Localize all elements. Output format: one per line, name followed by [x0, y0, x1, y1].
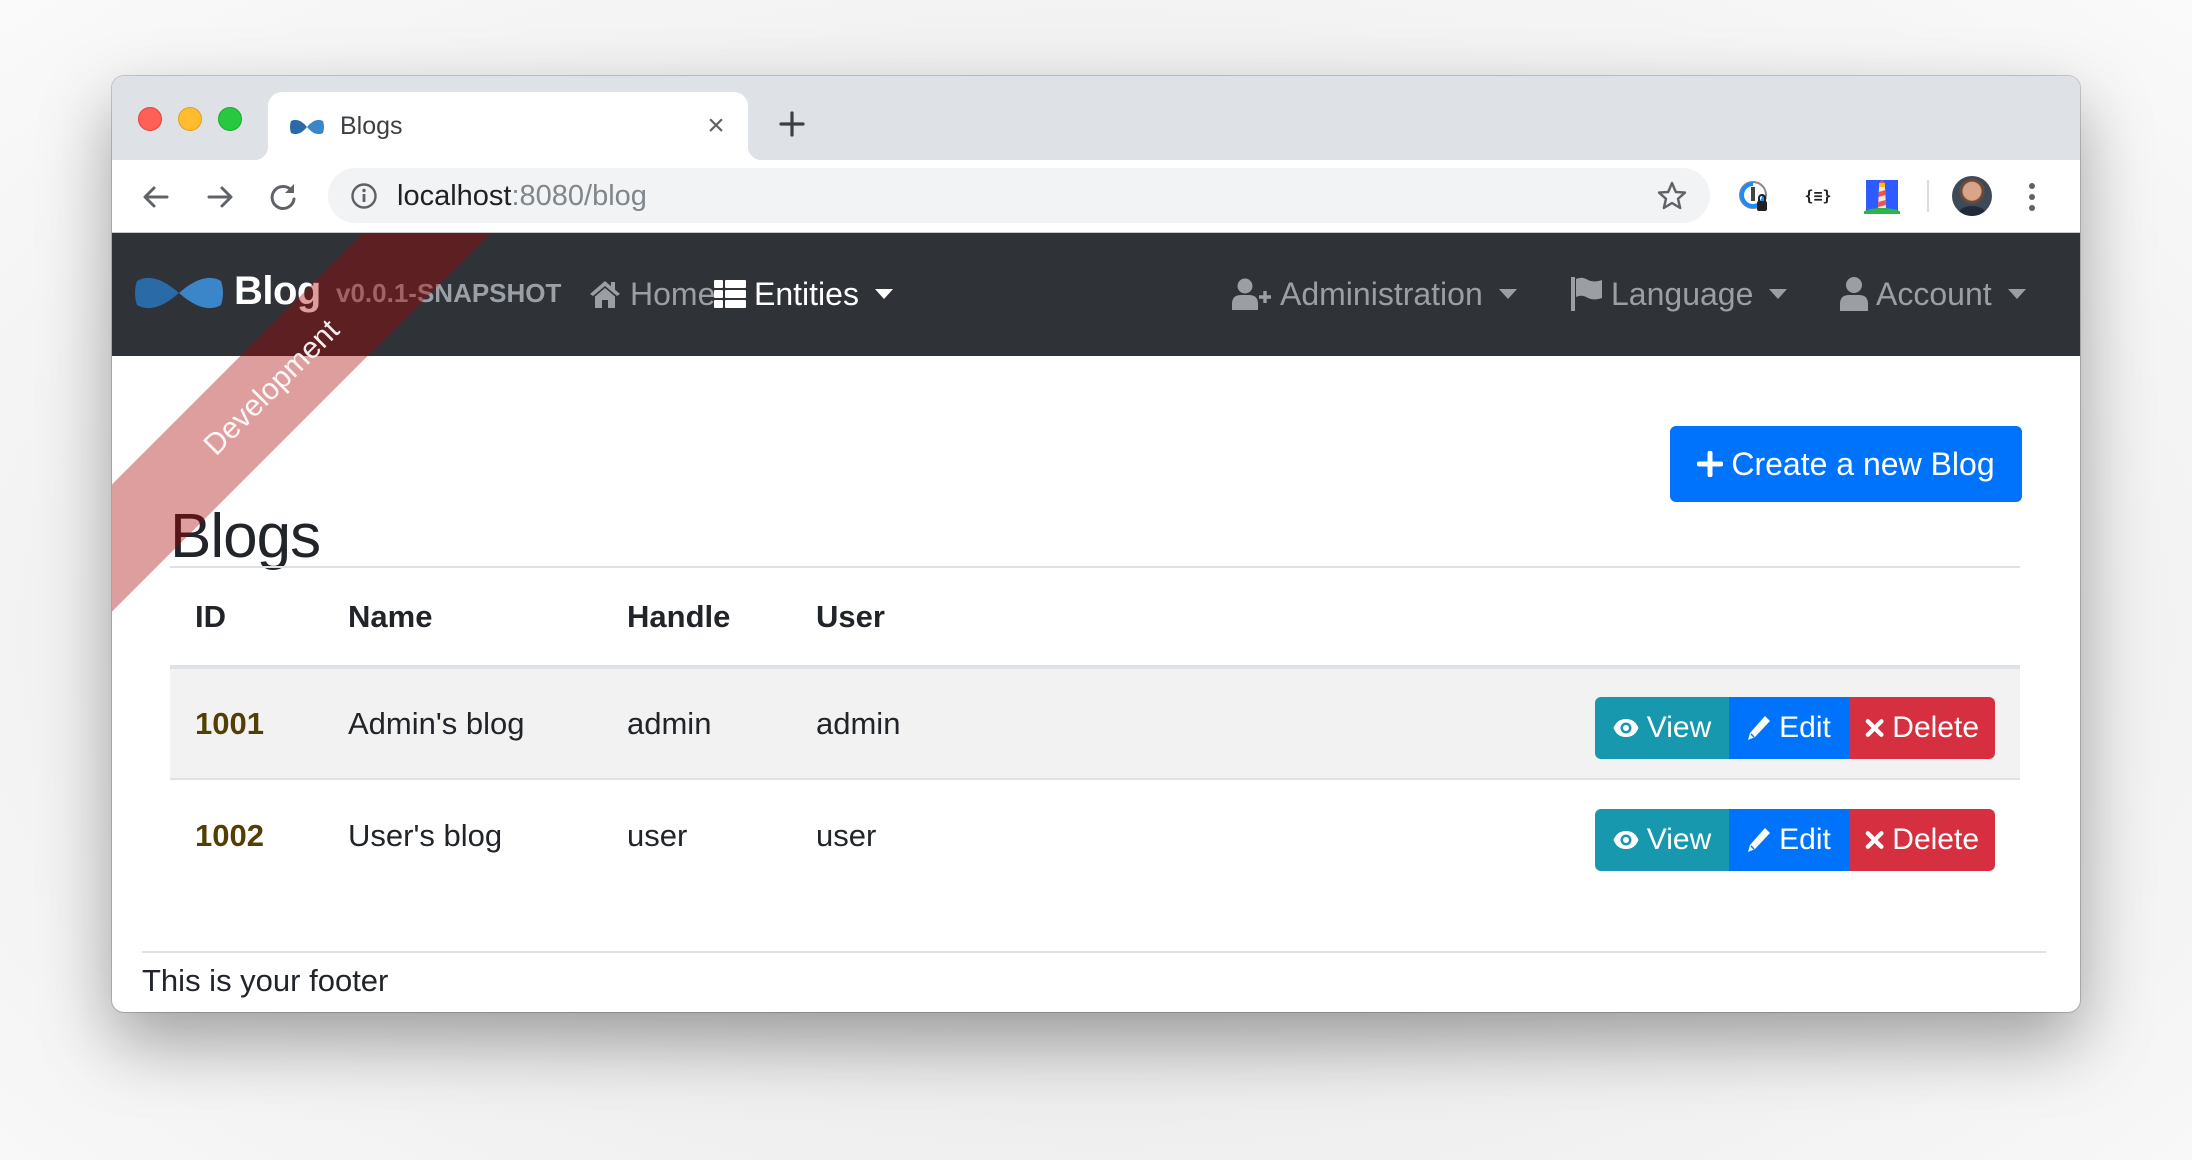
chevron-down-icon	[874, 289, 893, 299]
back-icon[interactable]	[139, 180, 173, 214]
brand-version: v0.0.1-SNAPSHOT	[336, 278, 562, 308]
handle-cell: user	[627, 817, 688, 853]
tab-close-icon[interactable]: ×	[700, 110, 732, 142]
th-list-icon	[714, 280, 746, 308]
nav-item-entities[interactable]: Entities	[714, 271, 893, 317]
close-window-button[interactable]	[138, 107, 162, 131]
table-row: 1002 User's blog user user View Edit Del…	[170, 779, 2020, 891]
pencil-icon	[1748, 715, 1771, 740]
times-icon	[1865, 830, 1884, 849]
tab-title: Blogs	[340, 112, 403, 140]
pencil-icon	[1748, 827, 1771, 852]
home-icon	[590, 281, 620, 308]
profile-avatar[interactable]	[1952, 176, 1992, 216]
maximize-window-button[interactable]	[218, 107, 242, 131]
nav-item-administration[interactable]: Administration	[1232, 271, 1517, 317]
chevron-down-icon	[1498, 289, 1517, 299]
browser-window: Blogs × localhost:8080/blog {≡} Blog v0.…	[112, 76, 2080, 1012]
blog-id-link[interactable]: 1002	[195, 818, 264, 853]
nav-item-language[interactable]: Language	[1571, 271, 1788, 317]
delete-label: Delete	[1892, 710, 1979, 744]
eye-icon	[1613, 830, 1639, 849]
name-cell: User's blog	[348, 817, 503, 853]
nav-item-label: Administration	[1280, 276, 1483, 312]
create-blog-label: Create a new Blog	[1731, 446, 1995, 482]
delete-button[interactable]: Delete	[1849, 696, 1995, 759]
eye-icon	[1613, 718, 1639, 737]
jhipster-bowtie-icon	[290, 119, 324, 135]
flag-icon	[1571, 277, 1602, 311]
view-button[interactable]: View	[1595, 808, 1729, 871]
footer-text: This is your footer	[142, 963, 389, 998]
column-header-user[interactable]: User	[791, 566, 1091, 669]
app-navbar: Blog v0.0.1-SNAPSHOT Home Entities Admin…	[112, 233, 2080, 356]
user-cell: user	[816, 817, 877, 853]
page-title: Blogs	[170, 502, 321, 571]
edit-label: Edit	[1779, 710, 1831, 744]
blogs-table: ID Name Handle User 1001 Admin's blog ad…	[170, 566, 2020, 891]
1password-icon[interactable]	[1736, 178, 1772, 214]
plus-icon	[1697, 451, 1724, 477]
user-icon	[1840, 277, 1868, 311]
column-header-id[interactable]: ID	[170, 566, 323, 669]
row-actions: View Edit Delete	[1595, 696, 1995, 759]
id-cell: 1001	[170, 667, 323, 780]
bookmark-star-icon[interactable]	[1656, 180, 1688, 212]
table-header-row: ID Name Handle User	[170, 566, 2020, 669]
browser-menu-icon[interactable]	[2022, 179, 2042, 215]
toolbar-separator	[1927, 180, 1929, 212]
url-text[interactable]: localhost:8080/blog	[397, 178, 647, 214]
user-cell: admin	[791, 667, 1091, 780]
browser-toolbar: localhost:8080/blog {≡}	[112, 160, 2080, 233]
view-label: View	[1646, 822, 1712, 856]
browser-tab[interactable]: Blogs ×	[254, 92, 762, 160]
delete-button[interactable]: Delete	[1849, 808, 1995, 871]
footer-divider	[142, 951, 2046, 953]
id-cell: 1002	[170, 779, 323, 891]
svg-text:{≡}: {≡}	[1804, 187, 1831, 205]
nav-item-label: Entities	[754, 276, 859, 312]
nav-item-home[interactable]: Home	[588, 271, 715, 317]
address-bar[interactable]: localhost:8080/blog	[328, 168, 1710, 223]
delete-label: Delete	[1892, 822, 1979, 856]
edit-button[interactable]: Edit	[1729, 696, 1849, 759]
chevron-down-icon	[1769, 289, 1788, 299]
nav-item-label: Language	[1611, 276, 1754, 312]
handle-cell: admin	[602, 667, 791, 780]
json-formatter-icon[interactable]: {≡}	[1800, 178, 1836, 214]
lighthouse-icon[interactable]	[1864, 178, 1900, 214]
info-icon[interactable]	[350, 182, 378, 210]
forward-icon[interactable]	[203, 180, 237, 214]
nav-item-label: Account	[1876, 276, 1992, 312]
jhipster-logo-icon[interactable]	[134, 273, 224, 313]
new-tab-icon[interactable]	[776, 108, 808, 140]
view-label: View	[1646, 710, 1712, 744]
edit-label: Edit	[1779, 822, 1831, 856]
blog-id-link[interactable]: 1001	[195, 706, 264, 741]
row-actions: View Edit Delete	[1595, 808, 1995, 871]
user-plus-icon	[1232, 278, 1271, 310]
edit-button[interactable]: Edit	[1729, 808, 1849, 871]
reload-icon[interactable]	[266, 180, 300, 214]
chevron-down-icon	[2007, 289, 2026, 299]
actions-cell: View Edit Delete	[1091, 779, 2020, 891]
actions-cell: View Edit Delete	[1091, 667, 2020, 780]
tab-strip: Blogs ×	[112, 76, 2080, 160]
name-cell: Admin's blog	[323, 667, 602, 780]
nav-item-label: Home	[630, 276, 716, 312]
column-header-actions	[1091, 566, 2020, 669]
times-icon	[1865, 718, 1884, 737]
minimize-window-button[interactable]	[178, 107, 202, 131]
view-button[interactable]: View	[1595, 696, 1729, 759]
brand-title[interactable]: Blog	[234, 267, 321, 315]
column-header-handle[interactable]: Handle	[602, 566, 791, 669]
table-row: 1001 Admin's blog admin admin View Edit …	[170, 667, 2020, 780]
create-blog-button[interactable]: Create a new Blog	[1670, 426, 2022, 502]
column-header-name[interactable]: Name	[323, 566, 602, 669]
nav-item-account[interactable]: Account	[1840, 271, 2026, 317]
